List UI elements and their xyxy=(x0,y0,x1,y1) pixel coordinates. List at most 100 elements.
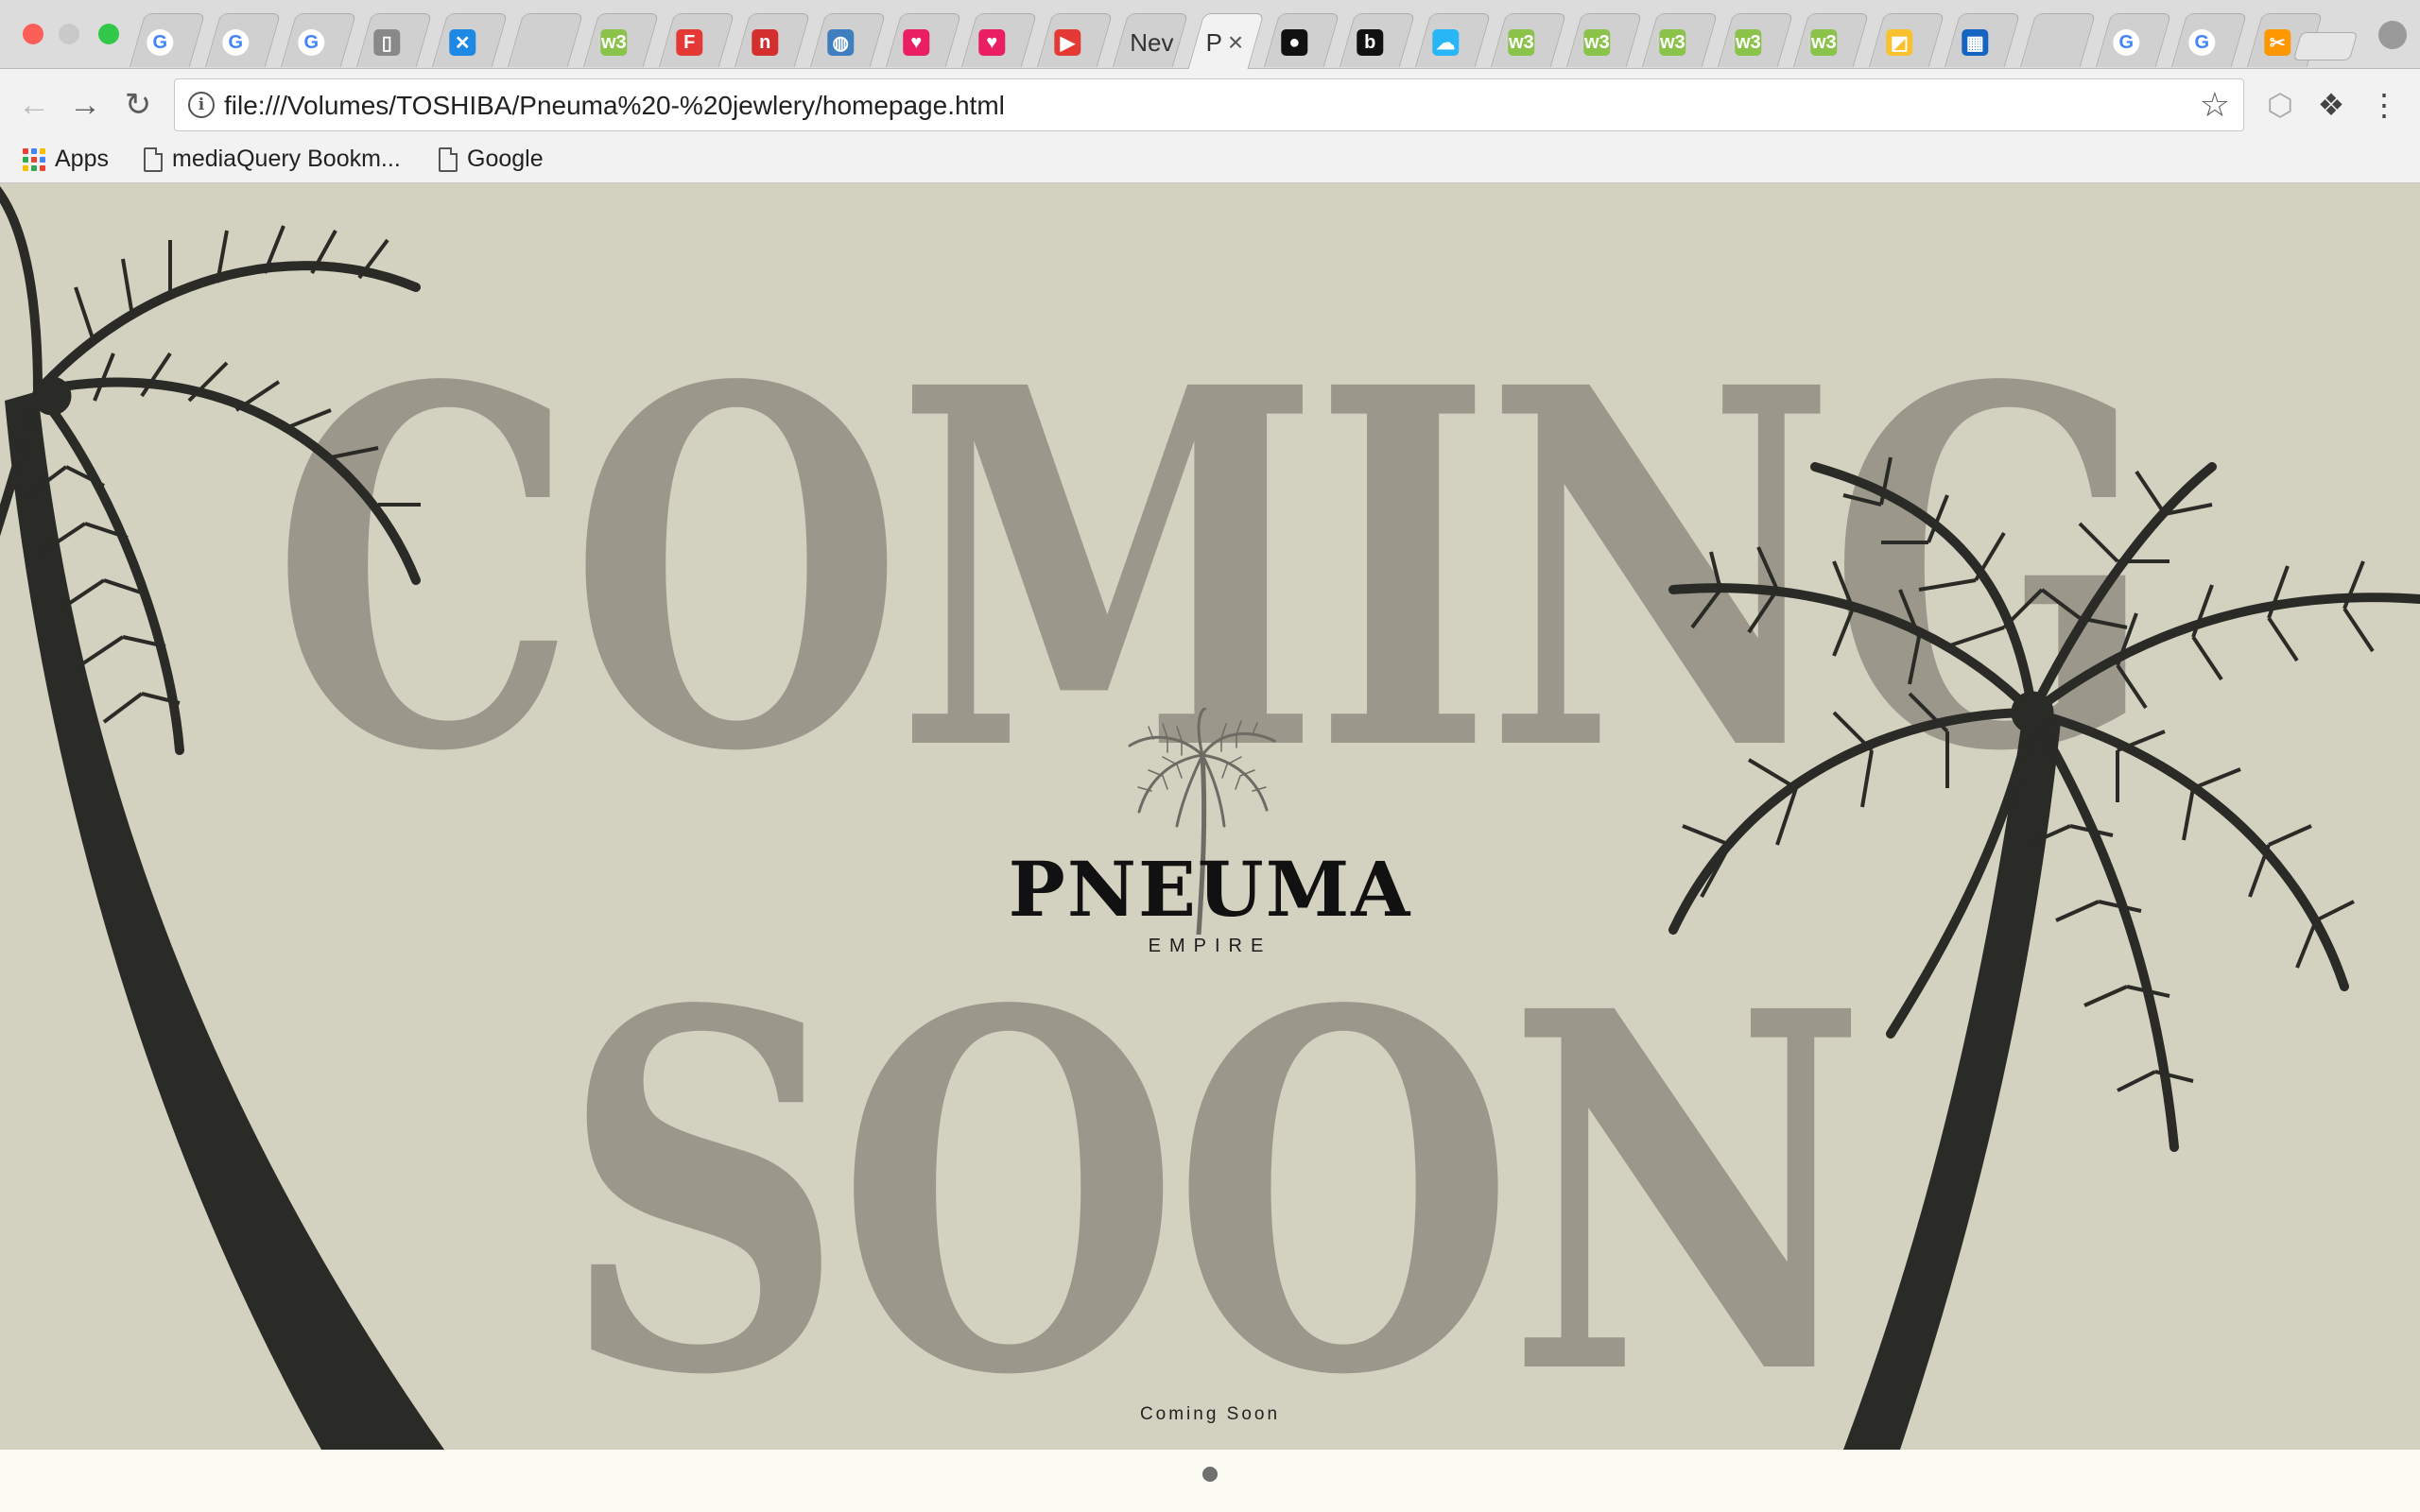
url-text[interactable]: file:///Volumes/TOSHIBA/Pneuma%20-%20jew… xyxy=(224,91,1005,121)
bookmark-mediaquery[interactable]: mediaQuery Bookm... xyxy=(144,146,401,173)
browser-tab[interactable]: P × xyxy=(1187,13,1265,69)
tab-content: ◍ xyxy=(827,29,884,56)
tab-content: ✕ xyxy=(449,29,506,56)
browser-tab[interactable]: ☁ xyxy=(1414,13,1492,67)
browser-tab[interactable]: F xyxy=(658,13,735,67)
grid-icon: ▦ xyxy=(1962,29,1989,56)
extension-runner-icon[interactable]: ❖ xyxy=(2312,86,2350,124)
w3-icon: w3 xyxy=(1735,29,1762,56)
tab-content: n xyxy=(752,29,808,56)
browser-tab[interactable]: G xyxy=(129,13,206,67)
youtube-icon: ▶ xyxy=(1054,29,1081,56)
new-tab-button[interactable] xyxy=(2292,32,2359,60)
browser-tab[interactable]: b xyxy=(1339,13,1416,67)
browser-tab[interactable]: G xyxy=(204,13,282,67)
tabs: G G G ▯ ✕ w3 Fn ◍ ♥ ♥ ▶ Nev P × ● b ☁ w3 w3 w3 w3 w3 ◩ ▦ G G ✂ xyxy=(129,13,2330,69)
close-window-button[interactable] xyxy=(23,24,43,44)
tab-content: G xyxy=(298,29,354,56)
browser-tab[interactable]: ▶ xyxy=(1036,13,1114,67)
extension-cube-icon[interactable]: ⬡ xyxy=(2261,86,2299,124)
browser-tab[interactable]: ▯ xyxy=(355,13,433,67)
browser-tab[interactable] xyxy=(507,13,584,67)
document-icon: ▯ xyxy=(373,29,401,56)
reload-button[interactable]: ↻ xyxy=(119,86,157,124)
browser-tab[interactable]: w3 xyxy=(1565,13,1643,67)
browser-tab[interactable]: ♥ xyxy=(960,13,1038,67)
tab-content: w3 xyxy=(1735,29,1791,56)
tab-content: w3 xyxy=(1810,29,1867,56)
google-icon: G xyxy=(2188,29,2216,56)
tab-content: ◩ xyxy=(1886,29,1943,56)
browser-tab[interactable]: G xyxy=(2170,13,2248,67)
back-button[interactable]: ← xyxy=(15,86,53,124)
browser-toolbar: ← → ↻ i file:///Volumes/TOSHIBA/Pneuma%2… xyxy=(0,69,2420,141)
browser-tab[interactable]: G xyxy=(280,13,357,67)
browser-tab[interactable]: w3 xyxy=(1641,13,1719,67)
tab-content: G xyxy=(2113,29,2169,56)
w3-icon: w3 xyxy=(1810,29,1838,56)
text-tab: Nev xyxy=(1130,27,1174,57)
tab-content: G xyxy=(147,29,203,56)
tab-content: w3 xyxy=(1583,29,1640,56)
browser-tab[interactable]: ♥ xyxy=(885,13,962,67)
tab-strip: G G G ▯ ✕ w3 Fn ◍ ♥ ♥ ▶ Nev P × ● b ☁ w3 w3 w3 w3 w3 ◩ ▦ G G ✂ xyxy=(0,0,2420,69)
tab-content xyxy=(525,29,581,56)
google-icon: G xyxy=(2113,29,2140,56)
tab-content: Nev xyxy=(1130,27,1186,57)
zoom-window-button[interactable] xyxy=(98,24,119,44)
blank-icon xyxy=(525,29,551,56)
tab-content: G xyxy=(222,29,279,56)
minimize-window-button[interactable] xyxy=(59,24,79,44)
tab-content: w3 xyxy=(600,29,657,56)
browser-tab[interactable]: ✕ xyxy=(431,13,509,67)
tab-content: ♥ xyxy=(903,29,959,56)
coming-soon-page: COMING SOON PNEUMA EMPIRE Coming Soon xyxy=(0,183,2420,1450)
w3-icon: w3 xyxy=(1583,29,1611,56)
tab-content: ▦ xyxy=(1962,29,2018,56)
heart-icon: ♥ xyxy=(903,29,930,56)
browser-tab[interactable]: w3 xyxy=(582,13,660,67)
browser-tab[interactable]: w3 xyxy=(1792,13,1870,67)
document-icon xyxy=(439,146,458,172)
page-indicator-dot[interactable] xyxy=(1202,1467,1218,1482)
bookmark-star-icon[interactable]: ☆ xyxy=(2200,85,2230,125)
menu-kebab-icon[interactable]: ⋮ xyxy=(2365,86,2403,124)
browser-tab[interactable]: w3 xyxy=(1717,13,1794,67)
tab-content: ▶ xyxy=(1054,29,1111,56)
brand-subtitle: EMPIRE xyxy=(1148,936,1272,956)
browser-tab[interactable]: G xyxy=(2095,13,2172,67)
browser-tab[interactable]: ◍ xyxy=(809,13,887,67)
forward-button[interactable]: → xyxy=(66,86,104,124)
tab-content: P × xyxy=(1205,27,1263,58)
browser-tab[interactable]: n xyxy=(734,13,811,67)
cross-x-icon: ✕ xyxy=(449,29,476,56)
tab-content: G xyxy=(2188,29,2245,56)
brand-logo-text: PNEUMA xyxy=(1008,845,1412,934)
active-tab: P xyxy=(1205,27,1222,57)
bookmark-label: Google xyxy=(467,146,544,172)
coming-soon-caption: Coming Soon xyxy=(1139,1404,1281,1424)
tab-content: ▯ xyxy=(373,29,430,56)
tab-content: ♥ xyxy=(978,29,1035,56)
info-icon[interactable]: i xyxy=(188,92,215,118)
address-bar[interactable]: i file:///Volumes/TOSHIBA/Pneuma%20-%20j… xyxy=(174,78,2244,131)
w3-icon: w3 xyxy=(600,29,628,56)
tab-content: ☁ xyxy=(1432,29,1489,56)
browser-tab[interactable] xyxy=(2019,13,2097,67)
browser-tab[interactable]: ▦ xyxy=(1944,13,2021,67)
red-square-icon: n xyxy=(752,29,779,56)
browser-tab[interactable]: Nev xyxy=(1112,13,1189,67)
tab-content: w3 xyxy=(1508,29,1564,56)
browser-tab[interactable]: ◩ xyxy=(1868,13,1945,67)
profile-icon[interactable] xyxy=(2378,21,2407,49)
bookmark-google[interactable]: Google xyxy=(439,146,544,173)
tab-content: F xyxy=(676,29,733,56)
b-icon: b xyxy=(1357,29,1384,56)
browser-tab[interactable]: ● xyxy=(1263,13,1340,67)
cloud-icon: ☁ xyxy=(1432,29,1460,56)
google-icon: G xyxy=(222,29,250,56)
globe-icon: ◍ xyxy=(827,29,855,56)
browser-tab[interactable]: w3 xyxy=(1490,13,1567,67)
apps-bookmark[interactable]: Apps xyxy=(23,146,109,173)
close-tab-icon[interactable]: × xyxy=(1228,27,1243,58)
